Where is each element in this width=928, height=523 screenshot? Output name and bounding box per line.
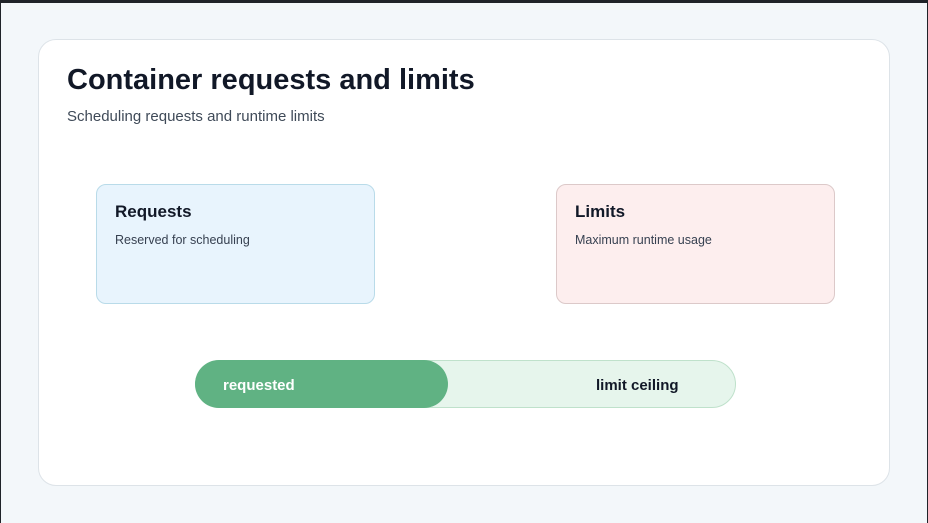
usage-bar: requested limit ceiling [195,360,736,408]
limits-box: Limits Maximum runtime usage [556,184,835,304]
requests-box: Requests Reserved for scheduling [96,184,375,304]
page-title: Container requests and limits [67,64,475,96]
requests-title: Requests [115,202,192,221]
limits-description: Maximum runtime usage [575,233,712,247]
page-subtitle: Scheduling requests and runtime limits [67,108,325,125]
requested-label: requested [223,377,295,394]
diagram-card: Container requests and limits Scheduling… [38,39,890,486]
limit-ceiling-label: limit ceiling [596,377,679,394]
requests-description: Reserved for scheduling [115,233,250,247]
limits-title: Limits [575,202,626,221]
